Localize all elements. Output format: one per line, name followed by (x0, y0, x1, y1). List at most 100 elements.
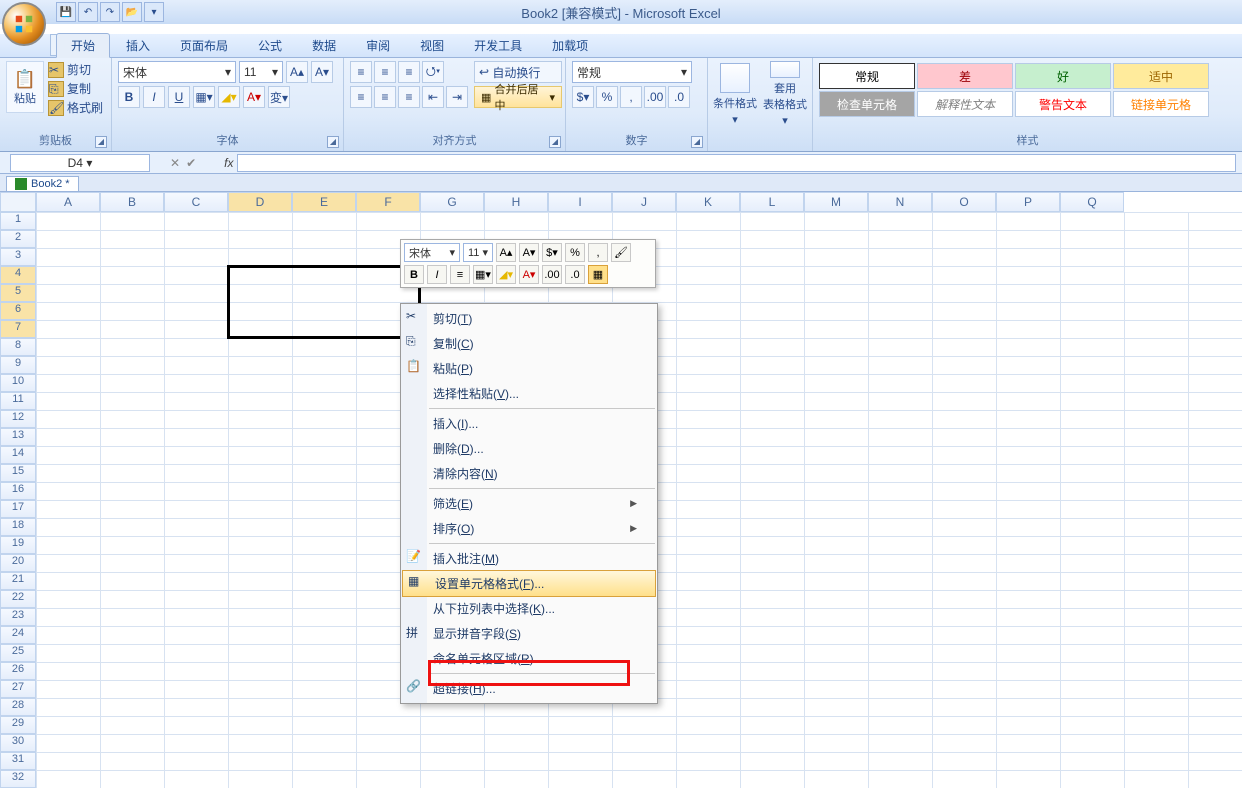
row-header-8[interactable]: 8 (0, 338, 36, 356)
copy-button[interactable]: ⎘复制 (48, 80, 103, 97)
font-color-button[interactable]: A▾ (243, 86, 265, 108)
tab-addins[interactable]: 加载项 (538, 34, 602, 57)
context-item-设置单元格格式[interactable]: 设置单元格格式(F)...▦ (402, 570, 656, 597)
mini-percent[interactable]: % (565, 243, 585, 262)
qat-redo[interactable]: ↷ (100, 2, 120, 22)
cells-area[interactable]: 宋体▾ 11▾ A▴ A▾ $▾ % , 🖌 B I ≡ ▦▾ ◢▾ A▾ .0… (36, 212, 1242, 788)
style-cell-7[interactable]: 链接单元格 (1113, 91, 1209, 117)
mini-currency[interactable]: $▾ (542, 243, 562, 262)
col-header-M[interactable]: M (804, 192, 868, 212)
row-header-30[interactable]: 30 (0, 734, 36, 752)
row-header-13[interactable]: 13 (0, 428, 36, 446)
row-header-15[interactable]: 15 (0, 464, 36, 482)
mini-inc-dec[interactable]: .00 (542, 265, 562, 284)
increase-font-button[interactable]: A▴ (286, 61, 308, 83)
bold-button[interactable]: B (118, 86, 140, 108)
qat-save[interactable]: 💾 (56, 2, 76, 22)
context-item-清除内容[interactable]: 清除内容(N) (401, 461, 657, 486)
qat-more[interactable]: ▾ (144, 2, 164, 22)
row-header-3[interactable]: 3 (0, 248, 36, 266)
mini-align[interactable]: ≡ (450, 265, 470, 284)
qat-open[interactable]: 📂 (122, 2, 142, 22)
mini-shrink-font[interactable]: A▾ (519, 243, 539, 262)
mini-grow-font[interactable]: A▴ (496, 243, 516, 262)
indent-inc-button[interactable]: ⇥ (446, 86, 468, 108)
office-button[interactable] (2, 2, 46, 46)
row-header-28[interactable]: 28 (0, 698, 36, 716)
comma-button[interactable]: , (620, 86, 642, 108)
style-cell-0[interactable]: 常规 (819, 63, 915, 89)
row-header-18[interactable]: 18 (0, 518, 36, 536)
context-item-筛选[interactable]: 筛选(E)▶ (401, 491, 657, 516)
conditional-format-button[interactable]: 条件格式▾ (710, 61, 760, 127)
row-header-14[interactable]: 14 (0, 446, 36, 464)
tab-home[interactable]: 开始 (56, 33, 110, 58)
context-item-命名单元格区域[interactable]: 命名单元格区域(R)... (401, 646, 657, 671)
tab-layout[interactable]: 页面布局 (166, 34, 242, 57)
phonetic-button[interactable]: 変▾ (268, 86, 290, 108)
tab-insert[interactable]: 插入 (112, 34, 164, 57)
dec-decimal-button[interactable]: .0 (668, 86, 690, 108)
mini-size-combo[interactable]: 11▾ (463, 243, 493, 262)
row-header-5[interactable]: 5 (0, 284, 36, 302)
tab-dev[interactable]: 开发工具 (460, 34, 536, 57)
wrap-text-button[interactable]: ↩ 自动换行 (474, 61, 562, 83)
row-header-6[interactable]: 6 (0, 302, 36, 320)
align-launcher[interactable]: ◢ (549, 136, 561, 148)
col-header-D[interactable]: D (228, 192, 292, 212)
cancel-icon[interactable]: ✕ (170, 156, 180, 170)
row-header-10[interactable]: 10 (0, 374, 36, 392)
context-item-剪切[interactable]: 剪切(T)✂ (401, 306, 657, 331)
row-header-16[interactable]: 16 (0, 482, 36, 500)
row-header-23[interactable]: 23 (0, 608, 36, 626)
formula-input[interactable] (237, 154, 1236, 172)
clipboard-launcher[interactable]: ◢ (95, 136, 107, 148)
context-item-粘贴[interactable]: 粘贴(P)📋 (401, 356, 657, 381)
context-item-删除[interactable]: 删除(D)... (401, 436, 657, 461)
context-item-插入批注[interactable]: 插入批注(M)📝 (401, 546, 657, 571)
row-header-9[interactable]: 9 (0, 356, 36, 374)
align-right-button[interactable]: ≡ (398, 86, 420, 108)
context-item-选择性粘贴[interactable]: 选择性粘贴(V)... (401, 381, 657, 406)
context-item-复制[interactable]: 复制(C)⎘ (401, 331, 657, 356)
tab-data[interactable]: 数据 (298, 34, 350, 57)
style-cell-2[interactable]: 好 (1015, 63, 1111, 89)
col-header-L[interactable]: L (740, 192, 804, 212)
currency-button[interactable]: $▾ (572, 86, 594, 108)
underline-button[interactable]: U (168, 86, 190, 108)
context-item-插入[interactable]: 插入(I)... (401, 411, 657, 436)
percent-button[interactable]: % (596, 86, 618, 108)
indent-dec-button[interactable]: ⇤ (422, 86, 444, 108)
number-format-combo[interactable]: 常规▾ (572, 61, 692, 83)
mini-italic[interactable]: I (427, 265, 447, 284)
merge-center-button[interactable]: ▦ 合并后居中 ▾ (474, 86, 562, 108)
col-header-K[interactable]: K (676, 192, 740, 212)
tab-view[interactable]: 视图 (406, 34, 458, 57)
mini-comma[interactable]: , (588, 243, 608, 262)
col-header-N[interactable]: N (868, 192, 932, 212)
row-header-17[interactable]: 17 (0, 500, 36, 518)
col-header-H[interactable]: H (484, 192, 548, 212)
mini-border[interactable]: ▦▾ (473, 265, 493, 284)
align-top-button[interactable]: ≡ (350, 61, 372, 83)
col-header-C[interactable]: C (164, 192, 228, 212)
fill-color-button[interactable]: ◢▾ (218, 86, 240, 108)
decrease-font-button[interactable]: A▾ (311, 61, 333, 83)
qat-undo[interactable]: ↶ (78, 2, 98, 22)
row-header-1[interactable]: 1 (0, 212, 36, 230)
inc-decimal-button[interactable]: .00 (644, 86, 666, 108)
row-header-19[interactable]: 19 (0, 536, 36, 554)
italic-button[interactable]: I (143, 86, 165, 108)
style-cell-4[interactable]: 检查单元格 (819, 91, 915, 117)
border-button[interactable]: ▦▾ (193, 86, 215, 108)
context-item-排序[interactable]: 排序(O)▶ (401, 516, 657, 541)
align-center-button[interactable]: ≡ (374, 86, 396, 108)
col-header-B[interactable]: B (100, 192, 164, 212)
style-cell-6[interactable]: 警告文本 (1015, 91, 1111, 117)
mini-bold[interactable]: B (404, 265, 424, 284)
name-box[interactable]: D4 ▾ (10, 154, 150, 172)
row-header-25[interactable]: 25 (0, 644, 36, 662)
row-header-32[interactable]: 32 (0, 770, 36, 788)
mini-dec-dec[interactable]: .0 (565, 265, 585, 284)
style-cell-1[interactable]: 差 (917, 63, 1013, 89)
